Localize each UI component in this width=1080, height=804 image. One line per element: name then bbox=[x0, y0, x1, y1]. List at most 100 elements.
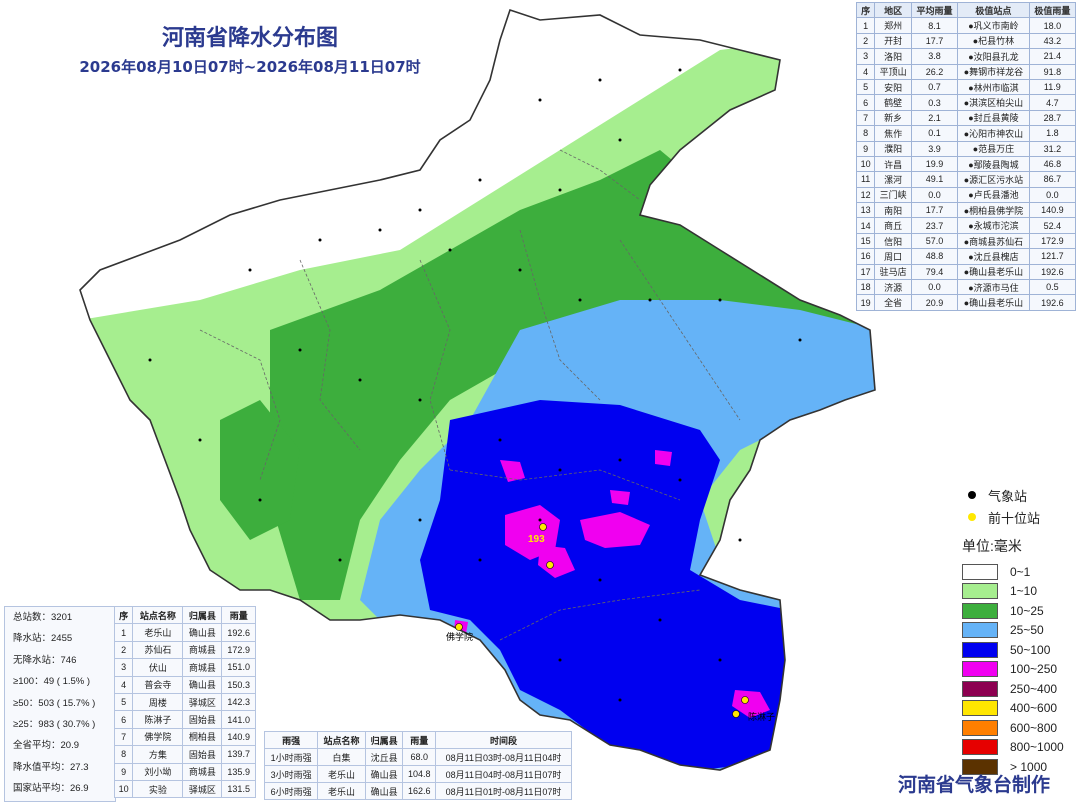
table-cell: 商丘 bbox=[874, 217, 912, 234]
table-row: 19 全省 20.9 ●确山县老乐山 192.6 bbox=[855, 294, 1077, 311]
table-row: 6 陈淋子 固始县 141.0 bbox=[113, 710, 256, 729]
stat-line: 降水值平均：27.3 bbox=[13, 761, 89, 773]
table-cell: 19.9 bbox=[910, 155, 959, 173]
table-cell: 0.7 bbox=[910, 78, 959, 96]
table-cell: ●沁阳市神农山 bbox=[957, 125, 1030, 142]
stat-line: 国家站平均：26.9 bbox=[13, 783, 89, 795]
table-header: 序 bbox=[113, 605, 134, 625]
table-row: 2 开封 17.7 ●杞县竹林 43.2 bbox=[855, 32, 1077, 50]
table-cell: 商城县 bbox=[182, 658, 223, 677]
table-cell: 确山县 bbox=[364, 782, 404, 800]
table-cell: 140.9 bbox=[1028, 202, 1077, 219]
table-header: 极值雨量 bbox=[1028, 1, 1077, 19]
label-peak-sw: 佛学院 bbox=[446, 631, 473, 642]
table-cell: ●确山县老乐山 bbox=[957, 263, 1030, 281]
table-cell: 79.4 bbox=[910, 263, 959, 281]
legend-swatch bbox=[962, 739, 998, 756]
table-row: 10 许昌 19.9 ●鄢陵县陶城 46.8 bbox=[855, 155, 1077, 173]
table-cell: 12 bbox=[855, 186, 876, 204]
table-cell: 8 bbox=[855, 125, 876, 142]
top10-dot-icon bbox=[968, 513, 976, 521]
table-cell: 43.2 bbox=[1028, 32, 1077, 50]
legend-bin-label: 0~1 bbox=[1010, 564, 1031, 579]
table-cell: 10 bbox=[113, 779, 134, 799]
table-cell: 佛学院 bbox=[132, 727, 184, 747]
table-header: 雨强 bbox=[263, 731, 319, 749]
table-cell: 3 bbox=[855, 48, 876, 65]
table-cell: 开封 bbox=[874, 32, 912, 50]
table-row: 6 鹤壁 0.3 ●淇滨区柏尖山 4.7 bbox=[855, 94, 1077, 111]
table-cell: 10 bbox=[855, 155, 876, 173]
table-cell: 1.8 bbox=[1028, 125, 1077, 142]
table-row: 15 信阳 57.0 ●商城县苏仙石 172.9 bbox=[855, 232, 1077, 250]
table-cell: ●商城县苏仙石 bbox=[957, 232, 1030, 250]
table-cell: 驻马店 bbox=[874, 263, 912, 281]
table-cell: 确山县 bbox=[364, 765, 404, 783]
station-dot-icon bbox=[968, 491, 976, 499]
table-cell: 周楼 bbox=[132, 692, 184, 712]
table-cell: 商城县 bbox=[182, 762, 223, 781]
table-cell: 23.7 bbox=[910, 217, 959, 234]
table-cell: 16 bbox=[855, 248, 876, 265]
table-row: 4 平顶山 26.2 ●舞钢市祥龙谷 91.8 bbox=[855, 63, 1077, 80]
table-cell: 驿城区 bbox=[182, 779, 223, 799]
legend: 气象站 前十位站 单位:毫米 0~1 1~10 10~25 25~50 50~100 10… bbox=[962, 484, 1072, 777]
table-cell: 28.7 bbox=[1028, 109, 1077, 127]
legend-swatch bbox=[962, 563, 998, 580]
legend-top10: 前十位站 bbox=[962, 506, 1072, 528]
table-cell: 濮阳 bbox=[874, 140, 912, 157]
top10-table: 序站点名称 归属县 雨量 1 老乐山 确山县 192.6 2 苏仙石 商城县 172.9 3 伏山 商城… bbox=[113, 605, 256, 799]
table-cell: 固始县 bbox=[182, 710, 223, 729]
stat-line: ≥50：503 ( 15.7% ) bbox=[13, 697, 96, 709]
table-cell: 68.0 bbox=[402, 748, 437, 766]
table-cell: 91.8 bbox=[1028, 63, 1077, 80]
table-cell: 52.4 bbox=[1028, 217, 1077, 234]
table-cell: 150.3 bbox=[221, 675, 256, 694]
table-cell: 26.2 bbox=[910, 63, 959, 80]
table-row: 5 周楼 驿城区 142.3 bbox=[113, 692, 256, 712]
table-cell: 48.8 bbox=[910, 248, 959, 265]
table-row: 17 驻马店 79.4 ●确山县老乐山 192.6 bbox=[855, 263, 1077, 281]
table-cell: 济源 bbox=[874, 279, 912, 296]
table-cell: ●舞钢市祥龙谷 bbox=[957, 63, 1030, 80]
table-cell: ●卢氏县潘池 bbox=[957, 186, 1030, 204]
table-cell: 11.9 bbox=[1028, 78, 1077, 96]
table-header: 站点名称 bbox=[317, 731, 366, 749]
table-cell: 86.7 bbox=[1028, 171, 1077, 188]
table-cell: 139.7 bbox=[221, 745, 256, 764]
legend-bin: 400~600 bbox=[962, 699, 1072, 719]
table-cell: 8 bbox=[113, 745, 134, 764]
table-cell: 信阳 bbox=[874, 232, 912, 250]
city-rainfall-table: 序地区 平均雨量 极值站点 极值雨量 1 郑州 8.1 ●巩义市南岭 18.0 2 开封 17.7 ●… bbox=[855, 1, 1077, 311]
table-cell: 白集 bbox=[317, 748, 366, 766]
table-cell: 伏山 bbox=[132, 658, 184, 677]
table-cell: 9 bbox=[855, 140, 876, 157]
table-cell: 老乐山 bbox=[317, 782, 366, 800]
table-cell: 3小时雨强 bbox=[263, 765, 319, 783]
legend-bin: 0~1 bbox=[962, 562, 1072, 582]
table-cell: 方集 bbox=[132, 745, 184, 764]
table-cell: 老乐山 bbox=[132, 623, 184, 642]
table-cell: 漯河 bbox=[874, 171, 912, 188]
table-cell: ●淇滨区柏尖山 bbox=[957, 94, 1030, 111]
table-cell: 6 bbox=[113, 710, 134, 729]
table-cell: 洛阳 bbox=[874, 48, 912, 65]
table-cell: 0.1 bbox=[910, 125, 959, 142]
table-cell: 11 bbox=[855, 171, 876, 188]
table-row: 9 濮阳 3.9 ●范县万庄 31.2 bbox=[855, 140, 1077, 157]
table-cell: 192.6 bbox=[221, 623, 256, 642]
table-cell: 46.8 bbox=[1028, 155, 1077, 173]
legend-bin: 800~1000 bbox=[962, 738, 1072, 758]
table-cell: 5 bbox=[113, 692, 134, 712]
legend-swatch bbox=[962, 622, 998, 639]
legend-swatch bbox=[962, 602, 998, 619]
table-cell: ●确山县老乐山 bbox=[957, 294, 1030, 311]
table-row: 16 周口 48.8 ●沈丘县槐店 121.7 bbox=[855, 248, 1077, 265]
legend-bin-label: 400~600 bbox=[1010, 701, 1058, 716]
table-cell: 确山县 bbox=[182, 675, 223, 694]
table-header: 时间段 bbox=[435, 731, 572, 749]
table-cell: 8.1 bbox=[910, 17, 959, 34]
table-cell: 苏仙石 bbox=[132, 640, 184, 660]
table-row: 2 苏仙石 商城县 172.9 bbox=[113, 640, 256, 660]
table-cell: 陈淋子 bbox=[132, 710, 184, 729]
